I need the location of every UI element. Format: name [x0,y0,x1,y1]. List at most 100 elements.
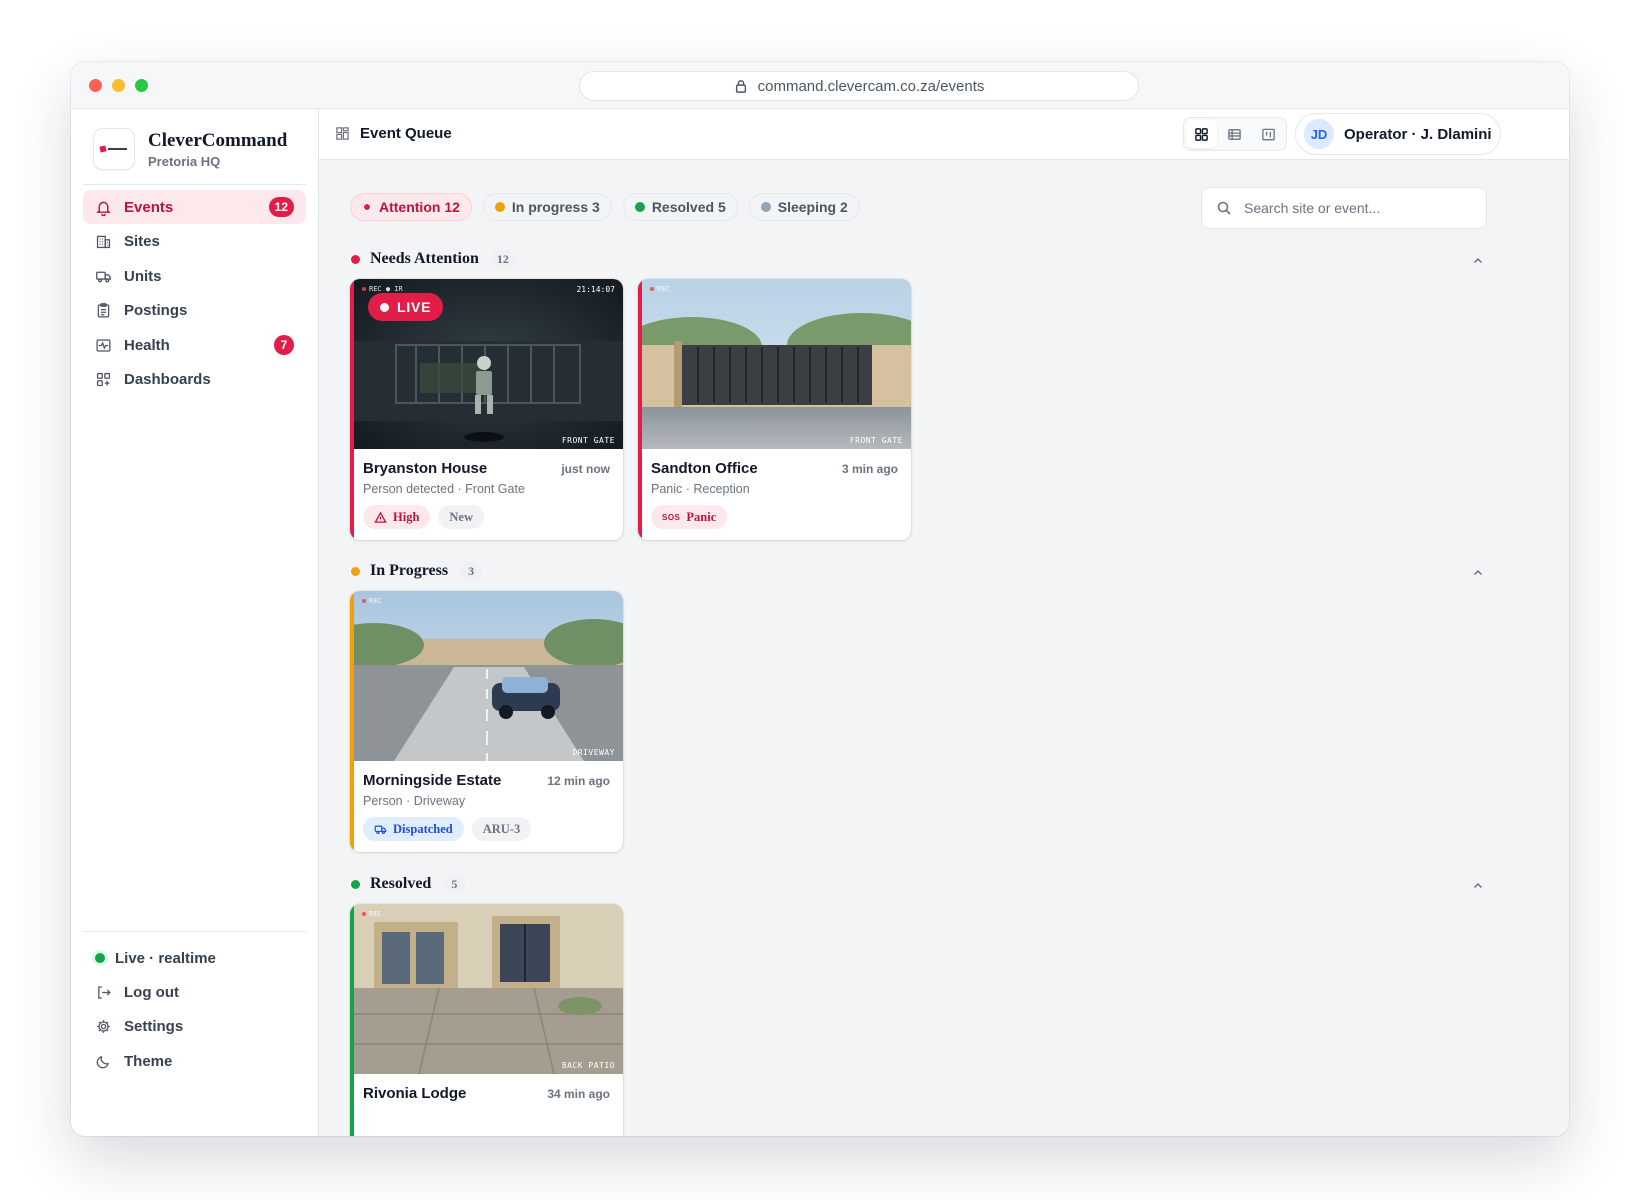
warning-icon [374,511,387,523]
minimize-window-button[interactable] [112,79,125,92]
section-dot [351,566,360,576]
logout-label: Log out [124,983,179,1001]
camera-thumbnail[interactable]: REC BACK PATIO [354,904,623,1074]
section-count: 5 [443,875,466,893]
event-card-rivonia[interactable]: REC BACK PATIO Rivonia Lodge 34 min ago [350,904,623,1136]
grid-view-button[interactable] [1186,120,1218,148]
card-tags: Dispatched ARU-3 [363,817,532,841]
camera-thumbnail[interactable]: REC FRONT GATE [642,279,911,449]
priority-tag: High [363,505,431,529]
settings-button[interactable]: Settings [83,1010,306,1044]
divider [83,931,306,932]
sidebar-footer: Live · realtime Log out Settings Theme [83,941,306,1079]
truck-icon [374,825,387,834]
chevron-up-icon[interactable] [1471,254,1485,268]
sidebar-item-health[interactable]: Health 7 [83,328,306,362]
operator-menu[interactable]: JD Operator · J. Dlamini [1295,113,1501,155]
sidebar-item-events[interactable]: Events 12 [83,190,306,224]
camera-label: BACK PATIO [561,1061,615,1070]
topbar: Event Queue JD Operator · J. Dlamini [319,109,1569,160]
event-card-morningside[interactable]: REC DRIVEWAY Morningside Estate 12 min a… [350,591,623,852]
event-card-sandton[interactable]: REC FRONT GATE Sandton Office 3 min ago … [638,279,911,540]
events-count-badge: 12 [268,197,294,217]
filter-in-progress[interactable]: In progress 3 [482,193,612,221]
brand: CleverCommand Pretoria HQ [93,128,287,170]
health-alert-badge: 7 [274,335,294,355]
event-card-bryanston[interactable]: REC ● IR 21:14:07 LIVE FRONT GATE Bryans… [350,279,623,540]
sidebar-item-label: Units [124,267,162,285]
pulse-icon [96,338,111,352]
section-dot [351,879,360,889]
sidebar-item-units[interactable]: Units [83,259,306,293]
live-badge[interactable]: LIVE [368,293,444,321]
sidebar-item-dashboards[interactable]: Dashboards [83,363,306,397]
status-filters: Attention 12 In progress 3 Resolved 5 Sl… [350,193,860,221]
divider [83,184,306,185]
section-title: Needs Attention [370,250,479,267]
theme-label: Theme [124,1052,173,1070]
view-switcher [1183,117,1287,151]
page-title-text: Event Queue [360,125,452,142]
grid-view-icon [1195,127,1208,141]
state-tag: New [438,505,485,529]
board-view-icon [1262,128,1275,140]
camera-thumbnail[interactable]: REC ● IR 21:14:07 LIVE FRONT GATE [354,279,623,449]
close-window-button[interactable] [89,79,102,92]
card-info: Morningside Estate 12 min ago Person · D… [363,772,610,808]
queue-grid-icon [336,127,349,140]
status-dot [362,202,372,212]
section-count: 3 [460,562,483,580]
filter-label: Sleeping 2 [777,199,848,215]
maximize-window-button[interactable] [135,79,148,92]
filter-sleeping[interactable]: Sleeping 2 [748,193,860,221]
sidebar-item-label: Postings [124,302,188,319]
panic-tag: SOS Panic [651,505,728,529]
card-tags: High New [363,505,485,529]
sidebar-item-label: Health [124,336,170,354]
board-view-button[interactable] [1253,120,1284,148]
truck-icon [96,271,111,282]
event-time: 34 min ago [547,1087,610,1101]
page-title: Event Queue [335,125,452,142]
event-meta: Person · Driveway [363,794,466,808]
card-info: Sandton Office 3 min ago Panic · Recepti… [651,460,898,496]
section-resolved: Resolved 5 [351,875,466,893]
logout-button[interactable]: Log out [83,975,306,1009]
sidebar-item-label: Events [124,198,174,216]
chevron-up-icon[interactable] [1471,879,1485,893]
card-tags: SOS Panic [651,505,728,529]
building-icon [96,235,111,249]
logout-icon [98,985,111,999]
status-dot [494,202,505,212]
card-info: Rivonia Lodge 34 min ago [363,1085,610,1102]
brand-name: CleverCommand [148,129,288,151]
live-status-label: Live · realtime [115,949,216,967]
rec-indicator: REC [650,285,670,293]
event-time: 3 min ago [841,462,898,476]
camera-thumbnail[interactable]: REC DRIVEWAY [354,591,623,761]
event-time: 12 min ago [547,774,610,788]
section-in-progress: In Progress 3 [351,562,483,580]
brand-logo [93,128,135,170]
section-needs-attention: Needs Attention 12 [351,250,515,268]
filter-label: In progress 3 [511,199,600,215]
sidebar-item-postings[interactable]: Postings [83,294,306,328]
event-meta: Panic · Reception [651,482,750,496]
clipboard-icon [97,303,110,318]
address-bar[interactable]: command.clevercam.co.za/events [579,71,1139,101]
sidebar-item-sites[interactable]: Sites [83,225,306,259]
sidebar-nav: Events 12 Sites Units Postings Health 7 [83,190,306,397]
live-status-dot [95,953,105,963]
filter-attention[interactable]: Attention 12 [350,193,472,221]
theme-toggle[interactable]: Theme [83,1044,306,1078]
chevron-up-icon[interactable] [1471,566,1485,580]
main-content: Event Queue JD Operator · J. Dlamini Att… [319,109,1569,1136]
sos-icon: SOS [662,512,681,522]
sidebar-item-label: Sites [124,233,160,250]
filter-resolved[interactable]: Resolved 5 [622,193,738,221]
camera-timestamp: 21:14:07 [576,285,615,294]
search-input[interactable] [1244,200,1464,216]
dispatched-tag: Dispatched [363,817,464,841]
camera-label: DRIVEWAY [572,748,615,757]
list-view-button[interactable] [1219,120,1250,148]
